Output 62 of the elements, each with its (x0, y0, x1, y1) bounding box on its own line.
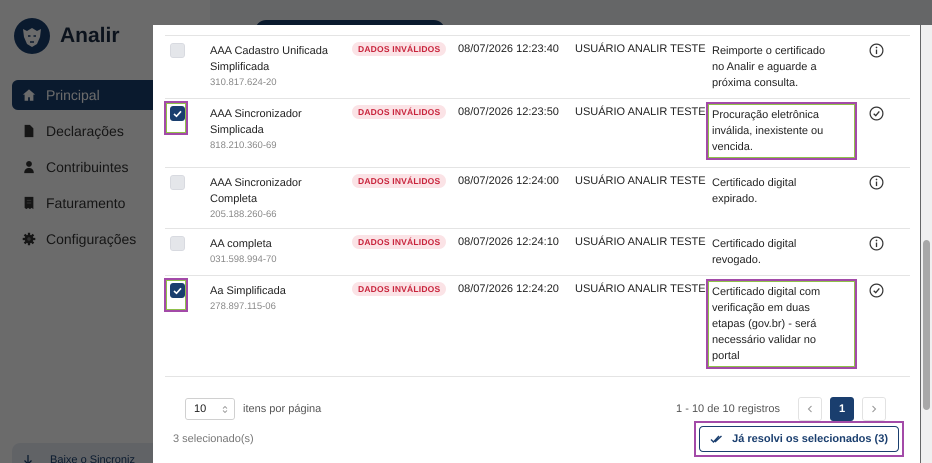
download-icon (22, 454, 34, 463)
taxpayer-document: 205.188.260-66 (210, 209, 278, 221)
taxpayer-name: AAA Sincronizador Completa (210, 176, 303, 207)
sidebar-item[interactable]: Faturamento (12, 188, 198, 218)
home-icon (22, 88, 36, 102)
error-message: Certificado digital com verificação em duas etapas (gov.br) - será necessário validar no portal (712, 285, 822, 364)
taxpayer-name: AAA Cadastro Unificada Simplificada (210, 44, 330, 75)
error-message: Procuração eletrônica inválida, inexistente ou vencida. (712, 108, 824, 155)
sidebar-item[interactable]: Contribuintes (12, 152, 198, 182)
brand-name: Analir (60, 24, 120, 48)
taxpayer-document: 278.897.115-06 (210, 301, 277, 313)
taxpayer-document: 031.598.994-70 (210, 254, 278, 266)
document-icon (22, 124, 36, 138)
receipt-icon (22, 196, 36, 210)
lion-logo-icon (14, 18, 50, 54)
status-badge: DADOS INVÁLIDOS (352, 105, 446, 119)
row-checkbox[interactable] (170, 283, 185, 298)
user-name: USUÁRIO ANALIR TESTE (575, 236, 707, 250)
checkmark-icon (173, 286, 182, 294)
record-count: 1 - 10 de 10 registros (676, 403, 780, 415)
date-time: 08/07/2026 12:23:50 (458, 106, 560, 120)
taxpayer-document: 818.210.360-69 (210, 140, 278, 152)
info-icon[interactable] (869, 43, 884, 58)
sidebar-item[interactable]: Declarações (12, 116, 198, 146)
taxpayer-name: Aa Simplificada (210, 284, 287, 299)
check-circle-icon[interactable] (869, 106, 884, 121)
spinner-arrows-icon (222, 404, 228, 414)
settings-icon (22, 232, 36, 246)
status-badge: DADOS INVÁLIDOS (352, 235, 446, 249)
info-icon[interactable] (869, 236, 884, 251)
page-button[interactable]: 1 (830, 397, 854, 421)
chevron-right-icon (870, 405, 878, 413)
page-size-label: itens por página (243, 403, 322, 415)
user-name: USUÁRIO ANALIR TESTE (575, 175, 707, 189)
date-time: 08/07/2026 12:24:00 (458, 175, 560, 189)
row-checkbox[interactable] (170, 106, 185, 121)
error-message: Certificado digital revogado. (712, 237, 798, 268)
resolve-selected-button[interactable]: Já resolvi os selecionados (3) (699, 426, 899, 452)
date-time: 08/07/2026 12:24:10 (458, 236, 560, 250)
info-icon[interactable] (869, 175, 884, 190)
status-badge: DADOS INVÁLIDOS (352, 282, 446, 296)
taxpayer-document: 310.817.624-20 (210, 77, 278, 89)
double-check-icon (710, 434, 724, 444)
taxpayer-name: AAA Sincronizador Simplicada (210, 107, 303, 138)
user-name: USUÁRIO ANALIR TESTE (575, 106, 707, 120)
taxpayer-name: AA completa (210, 237, 273, 252)
scrollbar[interactable] (921, 25, 932, 463)
user-name: USUÁRIO ANALIR TESTE (575, 283, 707, 297)
sidebar-item[interactable]: Configurações (12, 224, 198, 254)
status-badge: DADOS INVÁLIDOS (352, 174, 446, 188)
error-message: Reimporte o certificado no Analir e aguarde a próxima consulta. (712, 44, 826, 91)
date-time: 08/07/2026 12:23:40 (458, 43, 560, 57)
status-badge: DADOS INVÁLIDOS (352, 42, 446, 56)
error-message: Certificado digital expirado. (712, 176, 798, 207)
checkmark-icon (173, 110, 182, 118)
page-size-select[interactable]: 10 (185, 398, 235, 420)
date-time: 08/07/2026 12:24:20 (458, 283, 560, 297)
user-name: USUÁRIO ANALIR TESTE (575, 43, 707, 57)
check-circle-icon[interactable] (869, 283, 884, 298)
selected-count: 3 selecionado(s) (173, 433, 254, 445)
chevron-left-icon (806, 405, 814, 413)
user-icon (22, 160, 36, 174)
